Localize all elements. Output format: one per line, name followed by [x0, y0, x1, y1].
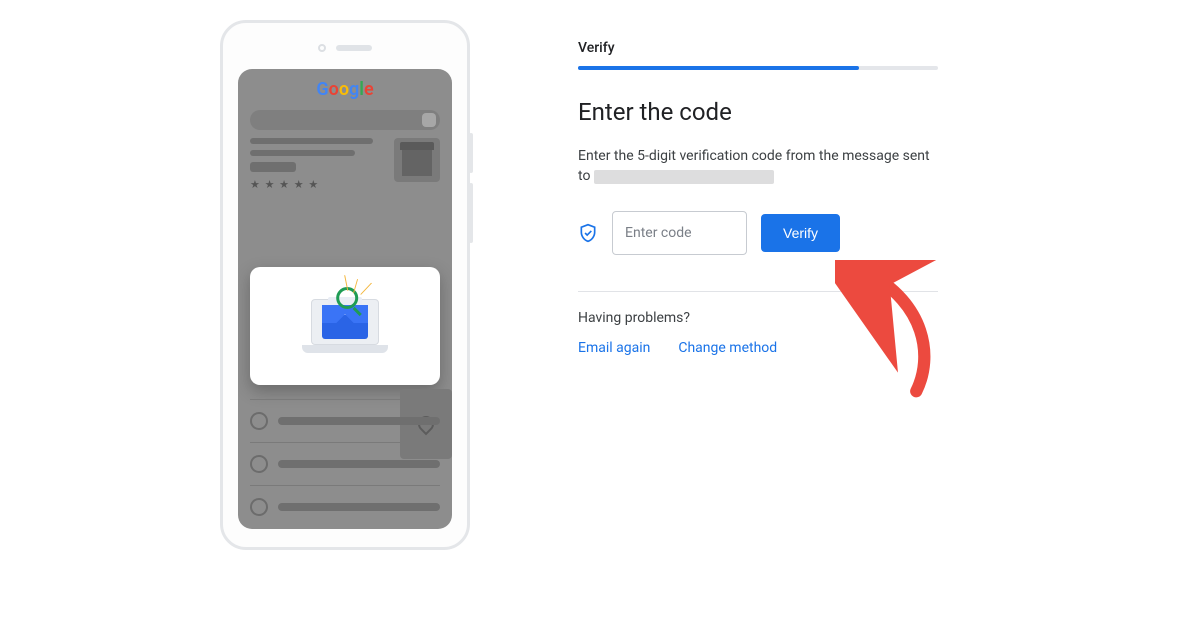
phone-screen: Google ★ ★ ★ ★ ★ [238, 69, 452, 529]
shield-check-icon [578, 223, 598, 243]
phone-side-button [469, 183, 473, 243]
clock-icon [250, 455, 268, 473]
email-again-link[interactable]: Email again [578, 340, 650, 356]
annotation-arrow-icon [835, 260, 945, 400]
placeholder-line [278, 417, 440, 425]
code-row: Enter code Verify [578, 211, 938, 255]
phone-side-button [469, 133, 473, 173]
placeholder-line [278, 460, 440, 468]
camera-icon [318, 44, 326, 52]
progress-track [578, 66, 938, 70]
progress-bar [578, 66, 859, 70]
phone-mockup: Google ★ ★ ★ ★ ★ [220, 20, 470, 550]
globe-icon [250, 412, 268, 430]
email-card-illustration: ╲ │ ╱ [250, 267, 440, 385]
page-title: Enter the code [578, 98, 938, 126]
envelope-icon [322, 305, 368, 339]
instruction-text: Enter the 5-digit verification code from… [578, 146, 938, 187]
placeholder-line [278, 503, 440, 511]
placeholder-line [250, 162, 296, 172]
phone-icon [250, 498, 268, 516]
code-input[interactable]: Enter code [612, 211, 747, 255]
speaker-icon [336, 45, 372, 51]
result-block: ★ ★ ★ ★ ★ [250, 138, 440, 191]
search-placeholder [250, 110, 440, 130]
magnifier-icon: ╲ │ ╱ [336, 287, 358, 309]
placeholder-line [250, 150, 355, 156]
placeholder-line [250, 138, 373, 144]
code-input-placeholder: Enter code [625, 225, 692, 241]
rating-stars-icon: ★ ★ ★ ★ ★ [250, 178, 384, 191]
redacted-recipient [594, 170, 774, 184]
google-logo: Google [238, 69, 452, 106]
storefront-icon [394, 138, 440, 182]
laptop-icon: ╲ │ ╱ [301, 299, 389, 353]
info-list [250, 399, 440, 528]
change-method-link[interactable]: Change method [678, 340, 777, 356]
verify-button[interactable]: Verify [761, 214, 840, 252]
phone-notch [233, 33, 457, 63]
step-label: Verify [578, 40, 938, 56]
